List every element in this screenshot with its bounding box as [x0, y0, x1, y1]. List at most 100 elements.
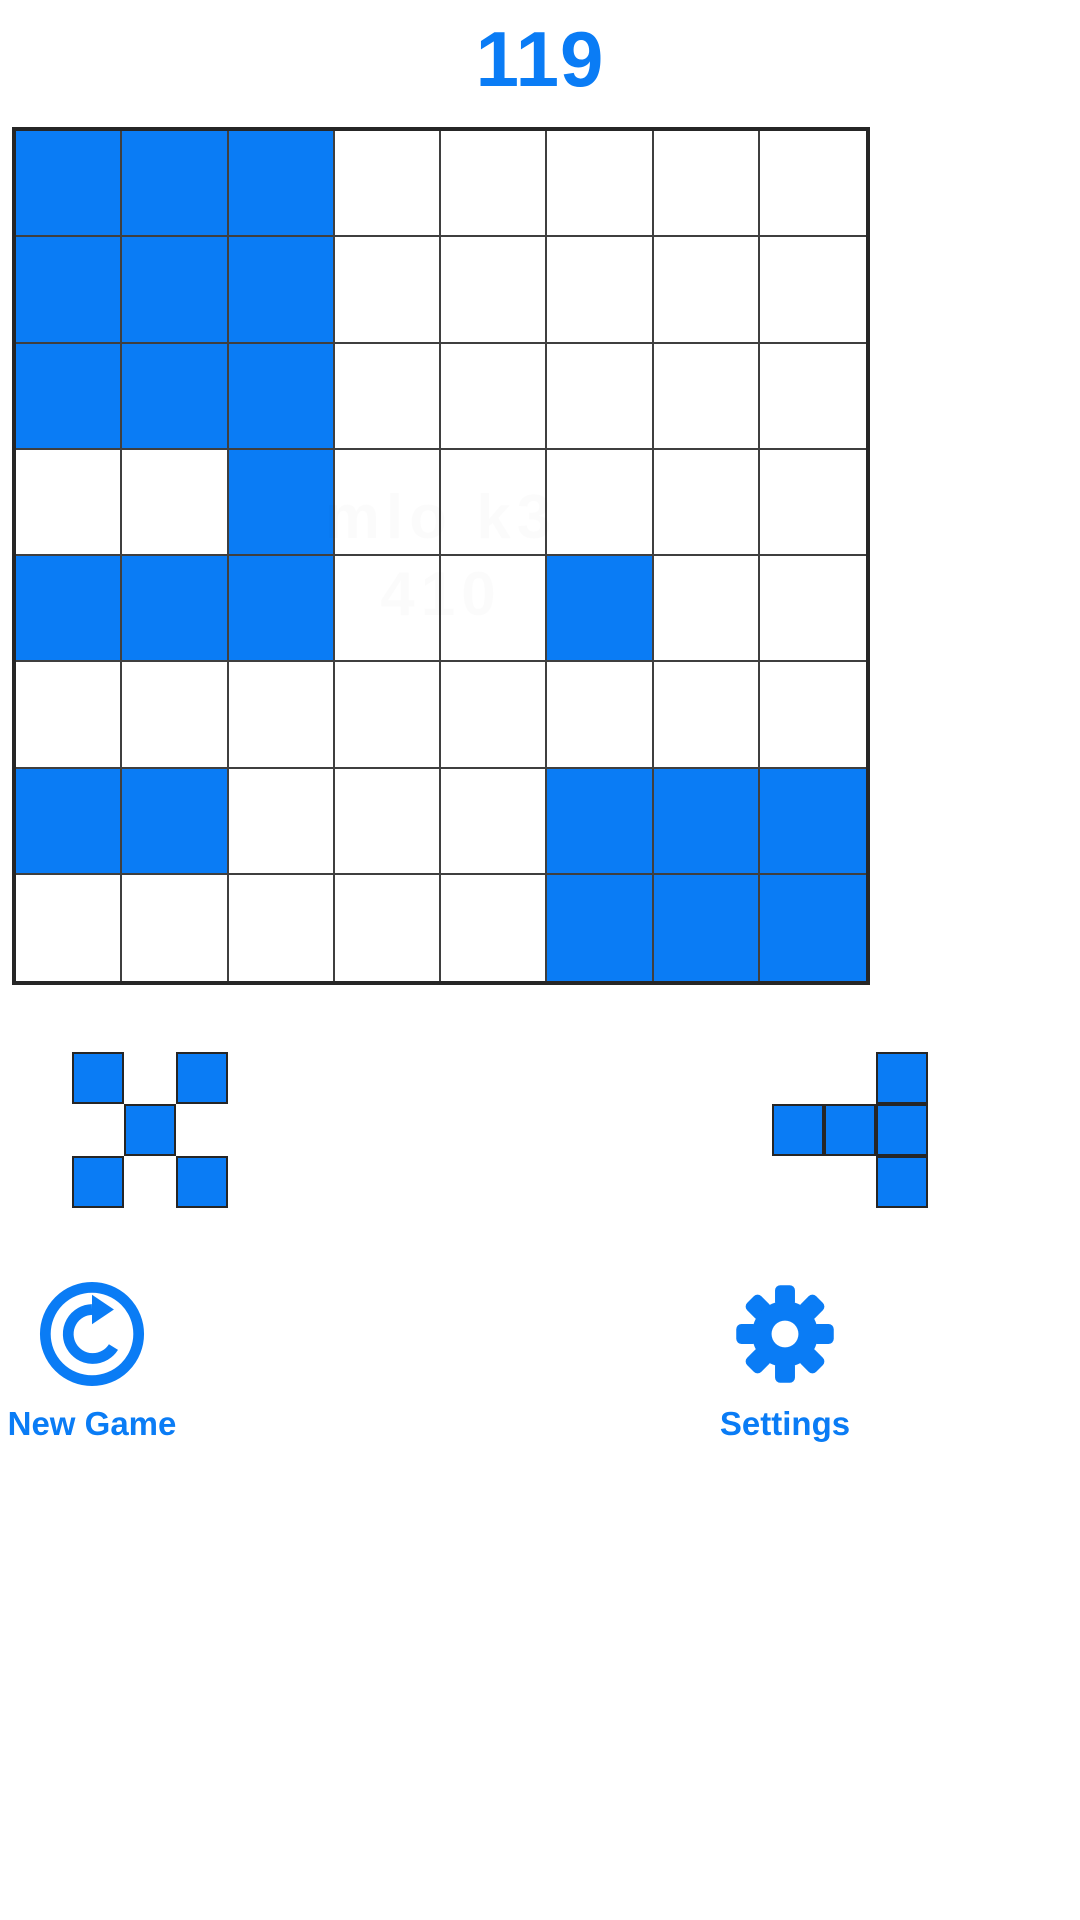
refresh-circle-icon	[33, 1275, 151, 1393]
board-cell-r1-c2[interactable]	[228, 237, 335, 344]
board-cell-r4-c7[interactable]	[759, 556, 866, 663]
board-cell-r3-c6[interactable]	[653, 449, 760, 556]
t-right-piece[interactable]	[772, 1052, 928, 1208]
x-corners-piece-cell-r0-c1	[124, 1052, 176, 1104]
empty-slot-cell-r0-c0	[462, 1052, 514, 1104]
board-cell-r1-c3[interactable]	[334, 237, 441, 344]
board-cell-r4-c1[interactable]	[122, 556, 229, 663]
t-right-piece-cell-r0-c0	[772, 1052, 824, 1104]
board-cell-r2-c0[interactable]	[16, 343, 123, 450]
x-corners-piece-cell-r0-c2[interactable]	[176, 1052, 228, 1104]
board-cell-r3-c2[interactable]	[228, 449, 335, 556]
board-cell-r0-c5[interactable]	[547, 131, 654, 238]
board-cell-r4-c5[interactable]	[547, 556, 654, 663]
t-right-piece-cell-r1-c1[interactable]	[824, 1104, 876, 1156]
new-game-button[interactable]: New Game	[0, 1275, 222, 1440]
tray-slot-2[interactable]	[700, 1020, 1000, 1240]
empty-slot[interactable]	[462, 1052, 618, 1208]
action-bar: New Game Settings	[0, 1275, 1080, 1485]
board-cell-r0-c3[interactable]	[334, 131, 441, 238]
board-cell-r4-c6[interactable]	[653, 556, 760, 663]
tray-slot-0[interactable]	[0, 1020, 300, 1240]
board-cell-r6-c1[interactable]	[122, 768, 229, 875]
board-cell-r7-c0[interactable]	[16, 874, 123, 981]
x-corners-piece-cell-r0-c0[interactable]	[72, 1052, 124, 1104]
board-cell-r3-c1[interactable]	[122, 449, 229, 556]
settings-label: Settings	[719, 1405, 851, 1442]
empty-slot-cell-r1-c0	[462, 1104, 514, 1156]
game-board[interactable]	[12, 127, 870, 985]
settings-button[interactable]: Settings	[655, 1275, 915, 1440]
board-cell-r3-c0[interactable]	[16, 449, 123, 556]
board-cell-r5-c6[interactable]	[653, 662, 760, 769]
board-cell-r0-c4[interactable]	[441, 131, 548, 238]
board-cell-r6-c6[interactable]	[653, 768, 760, 875]
t-right-piece-cell-r1-c0[interactable]	[772, 1104, 824, 1156]
board-cell-r0-c1[interactable]	[122, 131, 229, 238]
board-cell-r0-c0[interactable]	[16, 131, 123, 238]
board-cell-r3-c5[interactable]	[547, 449, 654, 556]
empty-slot-cell-r1-c1	[514, 1104, 566, 1156]
board-cell-r7-c5[interactable]	[547, 874, 654, 981]
board-cell-r7-c3[interactable]	[334, 874, 441, 981]
board-cell-r3-c7[interactable]	[759, 449, 866, 556]
board-cell-r6-c7[interactable]	[759, 768, 866, 875]
board-cell-r4-c0[interactable]	[16, 556, 123, 663]
board-cell-r4-c3[interactable]	[334, 556, 441, 663]
empty-slot-cell-r2-c2	[566, 1156, 618, 1208]
board-cell-r1-c4[interactable]	[441, 237, 548, 344]
empty-slot-cell-r0-c1	[514, 1052, 566, 1104]
board-cell-r6-c0[interactable]	[16, 768, 123, 875]
board-cell-r0-c6[interactable]	[653, 131, 760, 238]
board-cell-r4-c4[interactable]	[441, 556, 548, 663]
board-cell-r1-c0[interactable]	[16, 237, 123, 344]
x-corners-piece-cell-r2-c2[interactable]	[176, 1156, 228, 1208]
board-cell-r7-c2[interactable]	[228, 874, 335, 981]
board-cell-r2-c7[interactable]	[759, 343, 866, 450]
board-cell-r1-c7[interactable]	[759, 237, 866, 344]
board-cell-r5-c3[interactable]	[334, 662, 441, 769]
board-cell-r5-c5[interactable]	[547, 662, 654, 769]
board-cell-r7-c7[interactable]	[759, 874, 866, 981]
board-cell-r0-c7[interactable]	[759, 131, 866, 238]
game-board-container: mlo k3 410	[12, 127, 870, 985]
board-cell-r2-c2[interactable]	[228, 343, 335, 450]
board-cell-r0-c2[interactable]	[228, 131, 335, 238]
board-cell-r5-c4[interactable]	[441, 662, 548, 769]
t-right-piece-cell-r2-c0	[772, 1156, 824, 1208]
board-cell-r6-c2[interactable]	[228, 768, 335, 875]
board-cell-r5-c7[interactable]	[759, 662, 866, 769]
t-right-piece-cell-r1-c2[interactable]	[876, 1104, 928, 1156]
board-cell-r2-c5[interactable]	[547, 343, 654, 450]
board-cell-r1-c6[interactable]	[653, 237, 760, 344]
board-cell-r7-c6[interactable]	[653, 874, 760, 981]
new-game-label: New Game	[7, 1405, 177, 1442]
empty-slot-cell-r0-c2	[566, 1052, 618, 1104]
board-cell-r2-c6[interactable]	[653, 343, 760, 450]
board-cell-r2-c1[interactable]	[122, 343, 229, 450]
board-cell-r4-c2[interactable]	[228, 556, 335, 663]
board-cell-r6-c5[interactable]	[547, 768, 654, 875]
x-corners-piece-cell-r2-c0[interactable]	[72, 1156, 124, 1208]
board-cell-r6-c3[interactable]	[334, 768, 441, 875]
board-cell-r3-c4[interactable]	[441, 449, 548, 556]
board-cell-r2-c3[interactable]	[334, 343, 441, 450]
tray-slot-1[interactable]	[390, 1020, 690, 1240]
board-cell-r5-c0[interactable]	[16, 662, 123, 769]
t-right-piece-cell-r2-c2[interactable]	[876, 1156, 928, 1208]
board-cell-r6-c4[interactable]	[441, 768, 548, 875]
board-cell-r5-c2[interactable]	[228, 662, 335, 769]
board-cell-r2-c4[interactable]	[441, 343, 548, 450]
board-cell-r7-c4[interactable]	[441, 874, 548, 981]
x-corners-piece[interactable]	[72, 1052, 228, 1208]
board-cell-r1-c5[interactable]	[547, 237, 654, 344]
x-corners-piece-cell-r1-c1[interactable]	[124, 1104, 176, 1156]
t-right-piece-cell-r0-c2[interactable]	[876, 1052, 928, 1104]
board-cell-r3-c3[interactable]	[334, 449, 441, 556]
board-cell-r1-c1[interactable]	[122, 237, 229, 344]
board-cell-r7-c1[interactable]	[122, 874, 229, 981]
gear-icon	[726, 1275, 844, 1393]
t-right-piece-cell-r2-c1	[824, 1156, 876, 1208]
score-header: 119	[0, 0, 1080, 118]
board-cell-r5-c1[interactable]	[122, 662, 229, 769]
